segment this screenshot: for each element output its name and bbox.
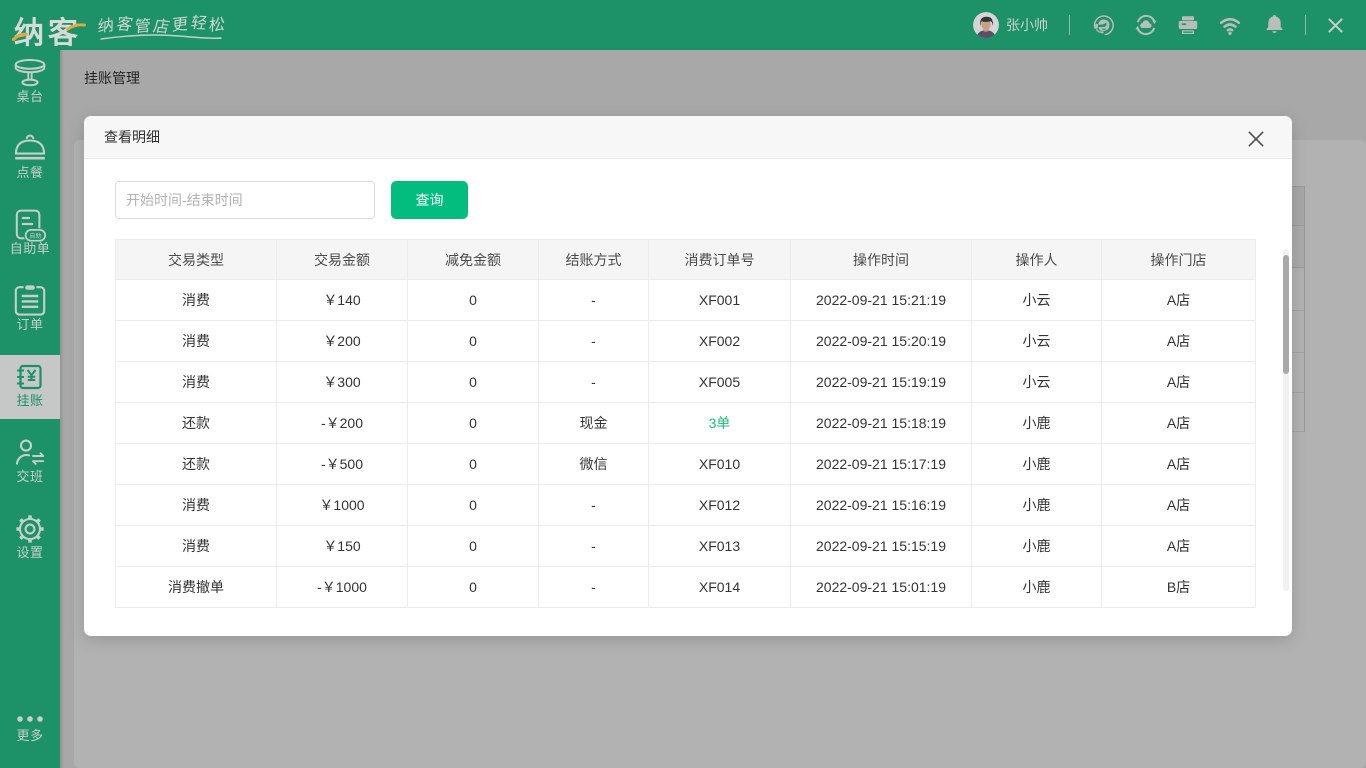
svg-text:自助: 自助	[29, 232, 41, 240]
